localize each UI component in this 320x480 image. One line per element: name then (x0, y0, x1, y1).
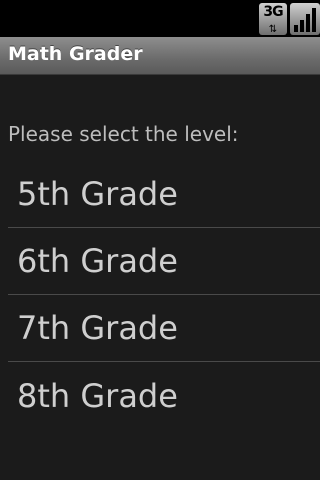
grade-level-list: 5th Grade 6th Grade 7th Grade 8th Grade (8, 161, 320, 429)
signal-bar-1 (294, 25, 298, 32)
level-prompt: Please select the level: (8, 122, 239, 146)
signal-bar-3 (306, 14, 310, 32)
network-type-label: 3G (263, 4, 283, 20)
app-title: Math Grader (8, 43, 143, 65)
app-title-bar: Math Grader (0, 37, 320, 75)
status-bar: 3G ⇅ (0, 0, 320, 37)
grade-item-6th[interactable]: 6th Grade (8, 228, 320, 295)
grade-item-8th[interactable]: 8th Grade (8, 362, 320, 429)
3g-data-icon: 3G ⇅ (259, 3, 287, 35)
grade-item-5th[interactable]: 5th Grade (8, 161, 320, 228)
data-arrows: ⇅ (268, 24, 278, 35)
grade-item-7th[interactable]: 7th Grade (8, 295, 320, 362)
status-icons: 3G ⇅ (259, 1, 320, 35)
signal-bar-2 (300, 20, 304, 32)
signal-bar-4 (312, 8, 316, 32)
signal-strength-icon (290, 3, 320, 35)
